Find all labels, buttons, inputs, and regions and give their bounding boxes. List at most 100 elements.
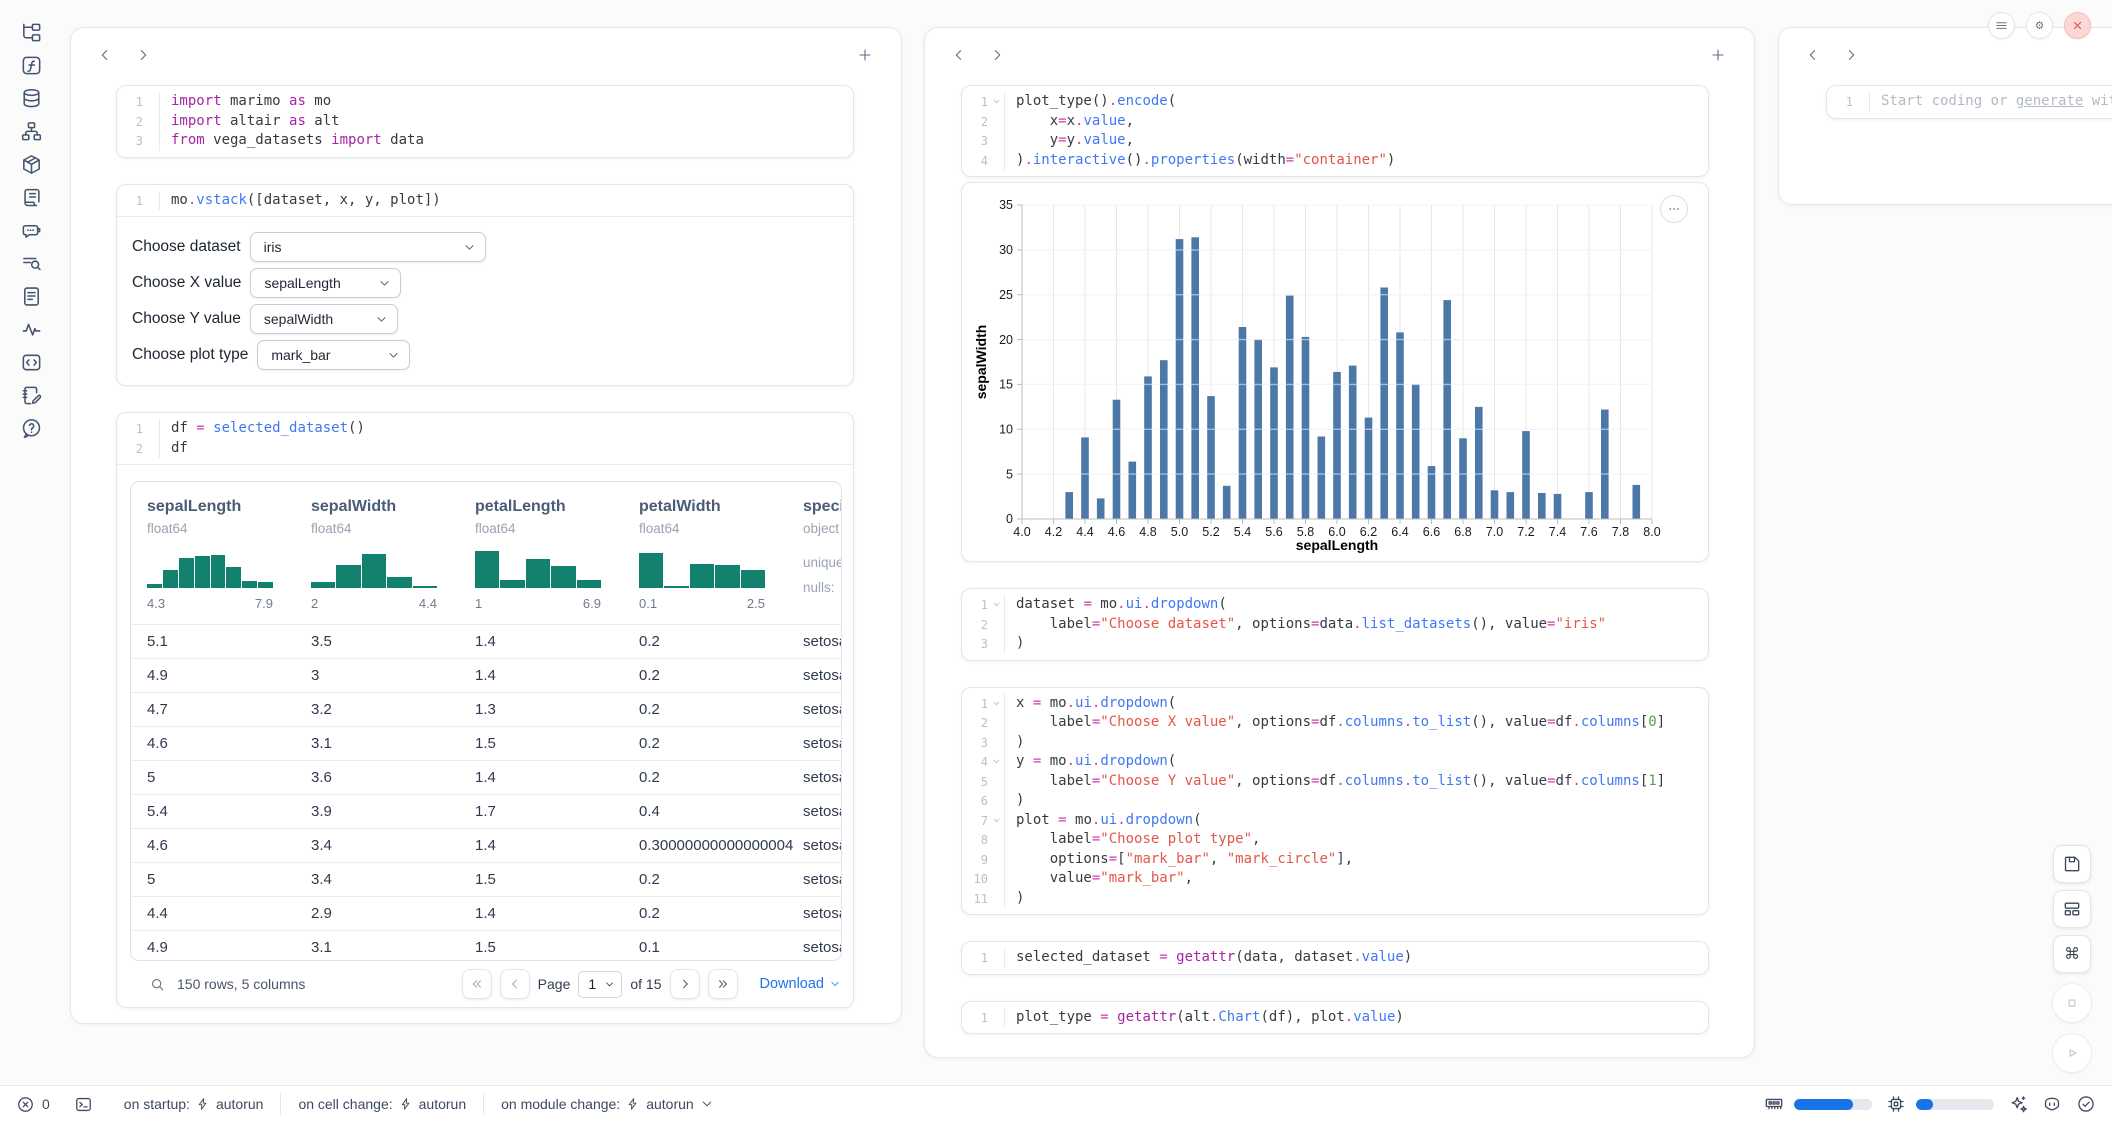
sidebar-item-snippets[interactable] — [15, 349, 47, 375]
move-column-left-button[interactable] — [1801, 43, 1825, 67]
selected-dataset-cell[interactable]: 1selected_dataset = getattr(data, datase… — [961, 941, 1709, 975]
choose-y-value-select[interactable]: sepalWidth — [250, 304, 398, 334]
sepal-bar-chart[interactable]: 4.04.24.44.64.85.05.25.45.65.86.06.26.46… — [962, 183, 1710, 560]
code-text: y=y.value, — [1004, 131, 1134, 151]
fold-line-button[interactable] — [988, 694, 1004, 714]
sidebar-item-dependencies[interactable] — [15, 118, 47, 144]
plot-code-cell[interactable]: 1plot_type().encode(2 x=x.value,3 y=y.va… — [961, 85, 1709, 177]
sidebar-item-logs[interactable] — [15, 184, 47, 210]
chart-menu-button[interactable] — [1660, 195, 1688, 223]
table-row[interactable]: 4.63.11.50.2setosa — [131, 726, 842, 760]
code-editor[interactable]: 1plot_type = getattr(alt.Chart(df), plot… — [962, 1002, 1708, 1034]
table-column-species[interactable]: speciesobjectuniquenulls: — [803, 496, 842, 614]
table-column-sepalLength[interactable]: sepalLengthfloat644.37.9 — [147, 496, 311, 614]
next-page-button[interactable] — [670, 969, 700, 999]
connection-status-button[interactable] — [2076, 1094, 2096, 1114]
notebook-menu-button[interactable] — [1988, 12, 2015, 39]
move-column-left-button[interactable] — [947, 43, 971, 67]
table-row[interactable]: 5.13.51.40.2setosa — [131, 624, 842, 658]
table-row[interactable]: 4.42.91.40.2setosa — [131, 896, 842, 930]
dataset-dropdown-cell[interactable]: 1dataset = mo.ui.dropdown(2 label="Choos… — [961, 588, 1709, 661]
code-editor[interactable]: 1df = selected_dataset()2df — [117, 413, 853, 464]
import-cell[interactable]: 1import marimo as mo2import altair as al… — [116, 85, 854, 158]
sidebar-item-data-sources[interactable] — [15, 85, 47, 111]
move-column-left-button[interactable] — [93, 43, 117, 67]
move-column-right-button[interactable] — [131, 43, 155, 67]
code-editor[interactable]: 1selected_dataset = getattr(data, datase… — [962, 942, 1708, 974]
sidebar-item-outline[interactable] — [15, 250, 47, 276]
choose-dataset-select[interactable]: iris — [250, 232, 486, 262]
chevron-down-icon — [829, 978, 841, 990]
code-line: 3) — [962, 634, 1708, 654]
code-editor[interactable]: 1mo.vstack([dataset, x, y, plot]) — [117, 185, 853, 217]
table-column-sepalWidth[interactable]: sepalWidthfloat6424.4 — [311, 496, 475, 614]
vstack-ui-cell[interactable]: 1mo.vstack([dataset, x, y, plot]) Choose … — [116, 184, 854, 387]
dataframe-table[interactable]: sepalLengthfloat644.37.9sepalWidthfloat6… — [130, 481, 842, 961]
copilot-button[interactable] — [2042, 1094, 2062, 1114]
app-layout-button[interactable] — [2053, 890, 2091, 928]
autorun-setting-2[interactable]: on module change:autorun — [484, 1096, 731, 1112]
code-editor[interactable]: 1plot_type().encode(2 x=x.value,3 y=y.va… — [962, 86, 1708, 176]
table-row[interactable]: 53.61.40.2setosa — [131, 760, 842, 794]
code-editor[interactable]: 1import marimo as mo2import altair as al… — [117, 86, 853, 157]
table-row[interactable]: 5.43.91.70.4setosa — [131, 794, 842, 828]
fold-line-button[interactable] — [988, 92, 1004, 112]
errors-button[interactable]: 0 — [16, 1095, 50, 1114]
terminal-button[interactable] — [74, 1095, 93, 1114]
table-column-petalWidth[interactable]: petalWidthfloat640.12.5 — [639, 496, 803, 614]
code-editor[interactable]: 1dataset = mo.ui.dropdown(2 label="Choos… — [962, 589, 1708, 660]
plot-type-cell[interactable]: 1plot_type = getattr(alt.Chart(df), plot… — [961, 1001, 1709, 1035]
table-column-petalLength[interactable]: petalLengthfloat6416.9 — [475, 496, 639, 614]
dataframe-cell[interactable]: 1df = selected_dataset()2df sepalLengthfl… — [116, 412, 854, 1008]
sidebar-item-variables[interactable] — [15, 52, 47, 78]
settings-button[interactable]: ⚙ — [2026, 12, 2053, 39]
table-row[interactable]: 4.931.40.2setosa — [131, 658, 842, 692]
first-page-button[interactable] — [462, 969, 492, 999]
sidebar-item-documentation[interactable] — [15, 283, 47, 309]
svg-text:8.0: 8.0 — [1643, 525, 1660, 539]
notebook-column-1: 1import marimo as mo2import altair as al… — [70, 27, 902, 1024]
dropdown-row: Choose datasetiris — [132, 232, 853, 262]
move-column-right-button[interactable] — [985, 43, 1009, 67]
fold-line-button[interactable] — [988, 811, 1004, 831]
table-row[interactable]: 4.63.41.40.30000000000000004setosa — [131, 828, 842, 862]
page-select[interactable]: 1 — [578, 971, 622, 998]
sidebar-item-scratchpad[interactable] — [15, 382, 47, 408]
choose-x-value-select[interactable]: sepalLength — [250, 268, 401, 298]
chevron-down-icon — [375, 313, 388, 326]
shutdown-button[interactable] — [2064, 12, 2091, 39]
sidebar-item-file-explorer[interactable] — [15, 19, 47, 45]
new-cell-editor[interactable]: 1 Start coding or generate with — [1826, 85, 2112, 119]
save-notebook-button[interactable] — [2053, 845, 2091, 883]
code-editor[interactable]: 1x = mo.ui.dropdown(2 label="Choose X va… — [962, 688, 1708, 915]
table-cell: setosa — [803, 701, 842, 718]
autorun-setting-0[interactable]: on startup:autorun — [107, 1096, 281, 1112]
table-row[interactable]: 4.73.21.30.2setosa — [131, 692, 842, 726]
add-column-button[interactable] — [1706, 43, 1730, 67]
move-column-right-button[interactable] — [1839, 43, 1863, 67]
last-page-button[interactable] — [708, 969, 738, 999]
table-row[interactable]: 4.93.11.50.1setosa — [131, 930, 842, 961]
fold-line-button[interactable] — [988, 752, 1004, 772]
choose-plot-type-select[interactable]: mark_bar — [257, 340, 410, 370]
sidebar-item-tracing[interactable] — [15, 316, 47, 342]
prev-page-button[interactable] — [500, 969, 530, 999]
line-number: 1 — [117, 191, 143, 211]
fold-line-button[interactable] — [988, 595, 1004, 615]
sidebar-item-ai-chat[interactable] — [15, 217, 47, 243]
generate-with-ai-link[interactable]: generate — [2016, 93, 2083, 109]
download-button[interactable]: Download — [760, 976, 842, 992]
sidebar-item-help[interactable] — [15, 415, 47, 441]
table-row[interactable]: 53.41.50.2setosa — [131, 862, 842, 896]
chevron-right-icon — [135, 47, 151, 63]
sidebar-item-packages[interactable] — [15, 151, 47, 177]
keyboard-shortcuts-button[interactable]: ⌘ — [2053, 935, 2091, 973]
autorun-setting-1[interactable]: on cell change:autorun — [281, 1096, 483, 1112]
stop-kernel-button[interactable] — [2052, 983, 2092, 1023]
line-number: 3 — [962, 733, 988, 753]
run-all-cells-button[interactable] — [2052, 1033, 2092, 1073]
add-column-button[interactable] — [853, 43, 877, 67]
xy-plot-dropdowns-cell[interactable]: 1x = mo.ui.dropdown(2 label="Choose X va… — [961, 687, 1709, 916]
svg-text:⌘: ⌘ — [2064, 944, 2080, 963]
ai-assist-button[interactable] — [2008, 1094, 2028, 1114]
